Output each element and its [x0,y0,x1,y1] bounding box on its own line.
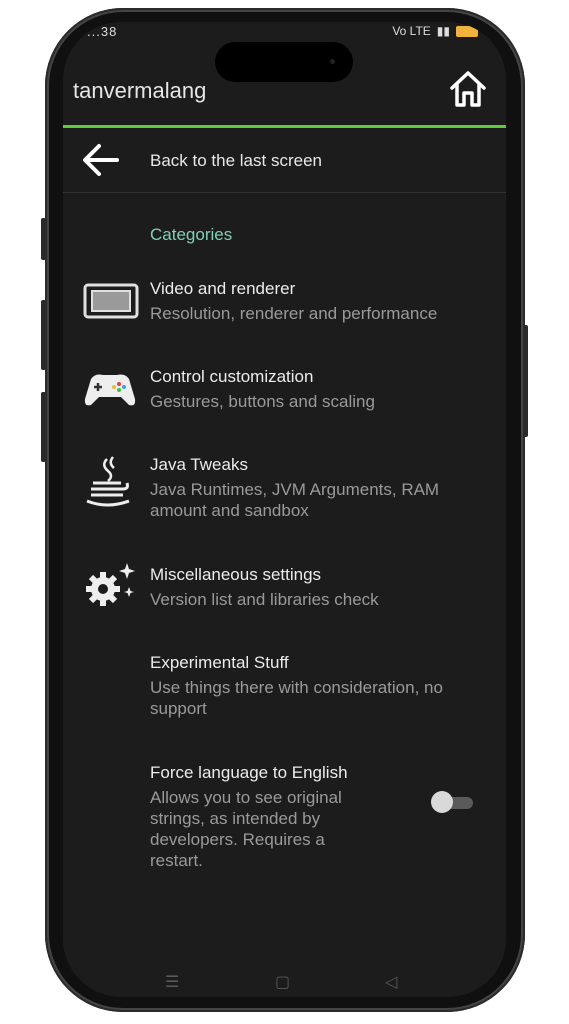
item-title: Force language to English [150,763,348,782]
toggle-knob [431,791,453,813]
phone-volume-up-button [41,300,46,370]
dynamic-island [215,42,353,82]
recents-icon[interactable]: ☰ [165,972,179,992]
item-subtitle: Version list and libraries check [150,590,379,609]
app-title: tanvermalang [73,78,207,103]
list-item-java-tweaks[interactable]: Java Tweaks Java Runtimes, JVM Arguments… [63,455,506,530]
arrow-back-icon [83,144,119,176]
status-icons: Vo LTE ▮▮ [392,24,478,38]
app-screen: ...38 Vo LTE ▮▮ tanvermalang Back to the… [63,22,506,997]
phone-side-button [41,218,46,260]
list-item-control-customization[interactable]: Control customization Gestures, buttons … [63,367,506,427]
item-subtitle: Allows you to see original strings, as i… [150,788,342,870]
list-item-experimental-stuff[interactable]: Experimental Stuff Use things there with… [63,653,506,728]
force-language-toggle[interactable] [431,791,475,813]
item-title: Miscellaneous settings [150,565,322,584]
item-subtitle: Gestures, buttons and scaling [150,392,375,411]
signal-icon: ▮▮ [436,24,450,38]
home-icon[interactable] [447,68,489,110]
item-title: Java Tweaks [150,455,248,474]
list-item-force-language[interactable]: Force language to English Allows you to … [63,763,506,870]
network-label: Vo LTE [392,24,431,38]
system-nav-bar: ☰ ▢ ◁ [63,972,506,992]
home-nav-icon[interactable]: ▢ [275,972,290,992]
item-title: Experimental Stuff [150,653,289,672]
phone-volume-down-button [41,392,46,462]
gear-sparkle-icon [86,563,135,606]
phone-power-button [523,325,528,437]
back-button[interactable]: Back to the last screen [63,128,506,193]
item-subtitle: Resolution, renderer and performance [150,304,438,323]
list-item-video-renderer[interactable]: Video and renderer Resolution, renderer … [63,279,506,339]
back-label: Back to the last screen [150,151,322,170]
gamepad-icon [84,374,136,406]
display-icon [83,283,139,319]
back-nav-icon[interactable]: ◁ [385,972,397,992]
item-subtitle: Java Runtimes, JVM Arguments, RAM amount… [150,480,440,520]
item-subtitle: Use things there with consideration, no … [150,678,443,718]
item-title: Video and renderer [150,279,296,298]
item-title: Control customization [150,367,314,386]
status-time: ...38 [87,24,118,39]
java-icon [86,456,130,507]
list-item-miscellaneous-settings[interactable]: Miscellaneous settings Version list and … [63,563,506,625]
camera-dot [330,59,335,64]
section-title: Categories [150,225,233,244]
battery-icon [456,25,478,37]
